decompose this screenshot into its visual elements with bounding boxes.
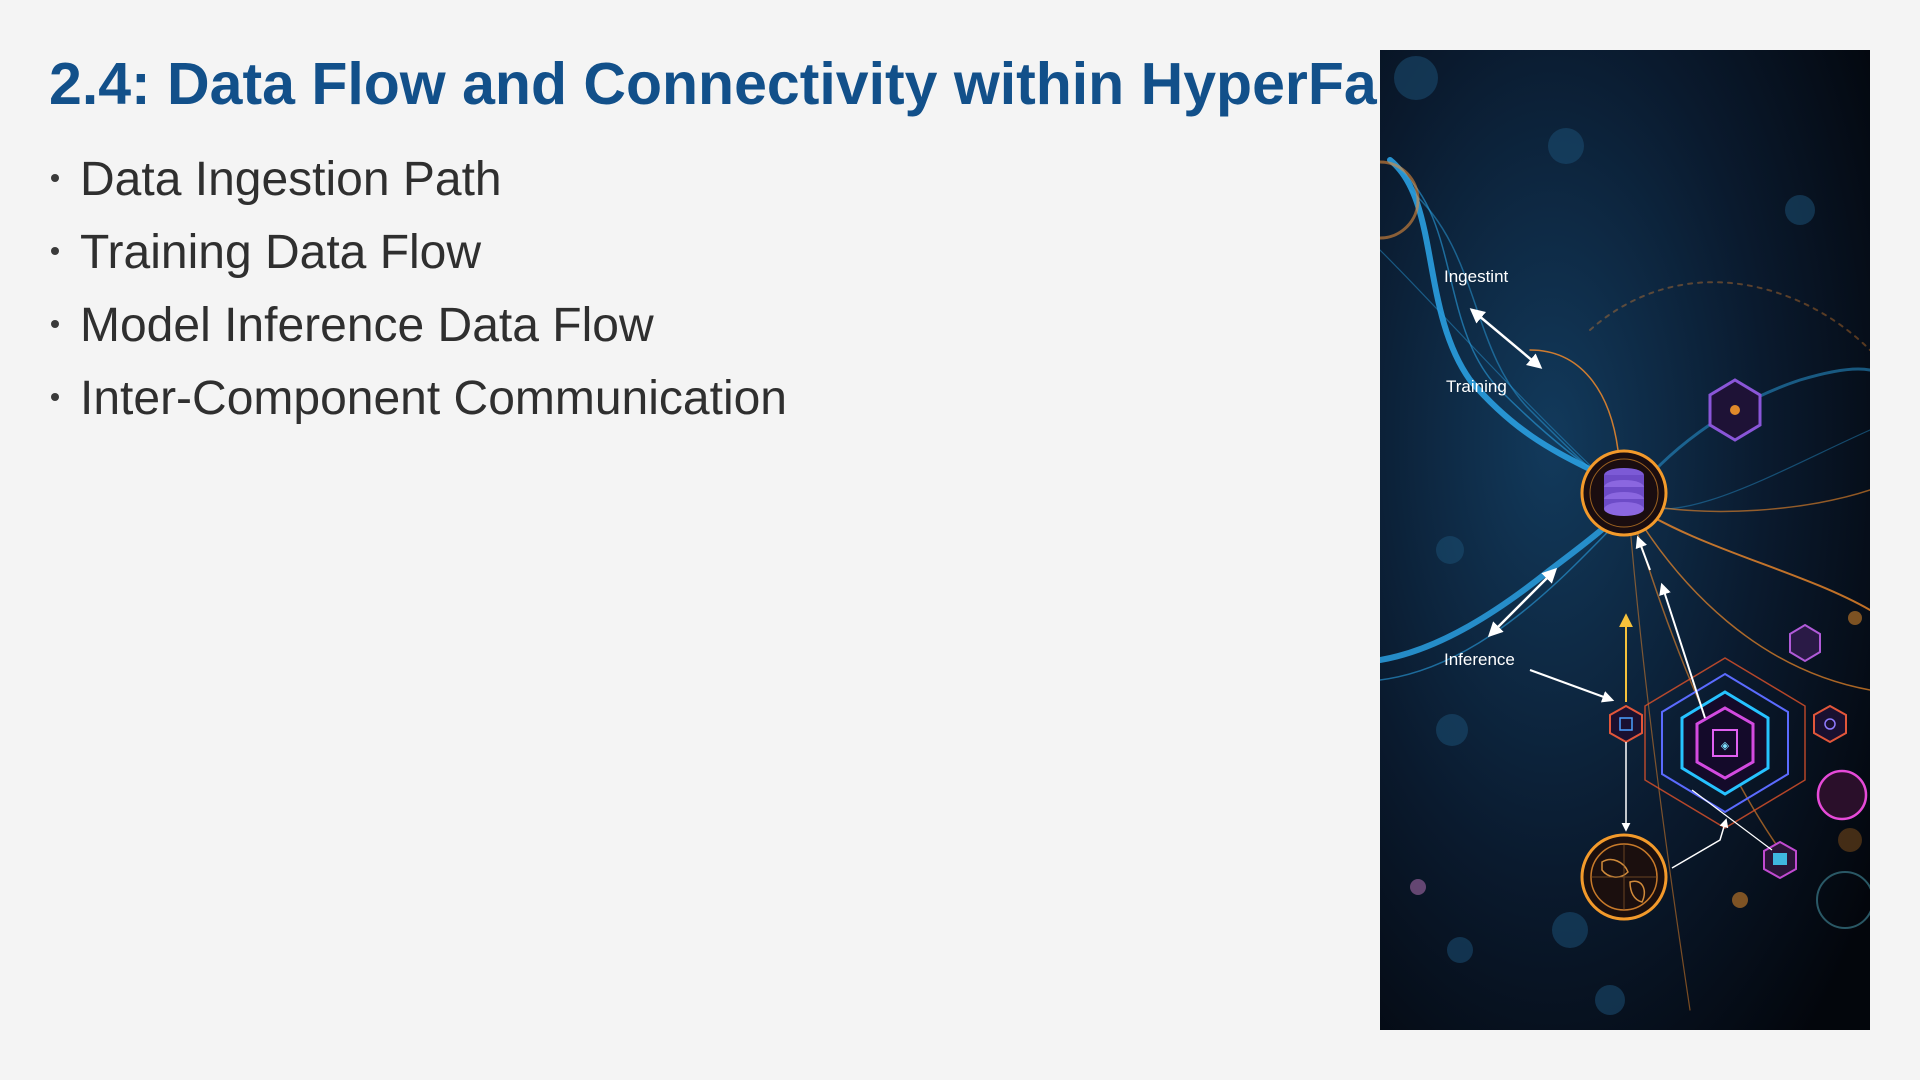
bullet-text: Training Data Flow xyxy=(80,226,482,279)
bullet-item: Inter-Component Communication xyxy=(49,362,787,435)
bullet-text: Data Ingestion Path xyxy=(80,153,502,206)
bullet-dot-icon xyxy=(51,247,59,255)
data-flow-illustration: ◈ Ingestint Training Inference xyxy=(1380,50,1870,1030)
slide: 2.4: Data Flow and Connectivity within H… xyxy=(0,0,1920,1080)
bullet-text: Model Inference Data Flow xyxy=(80,299,654,352)
bullet-item: Training Data Flow xyxy=(49,216,787,289)
slide-title: 2.4: Data Flow and Connectivity within H… xyxy=(49,51,1485,117)
label-ingestion: Ingestint xyxy=(1444,267,1509,286)
processor-glyph: ◈ xyxy=(1721,739,1730,752)
bullet-text: Inter-Component Communication xyxy=(80,372,787,425)
bullet-dot-icon xyxy=(51,174,59,182)
illustration-canvas: ◈ Ingestint Training Inference xyxy=(1380,50,1870,1030)
bullet-list: Data Ingestion Path Training Data Flow M… xyxy=(49,143,787,435)
database-icon xyxy=(1580,449,1668,537)
label-training: Training xyxy=(1446,377,1507,396)
bullet-dot-icon xyxy=(51,393,59,401)
globe-icon xyxy=(1580,833,1668,921)
bullet-item: Data Ingestion Path xyxy=(49,143,787,216)
bullet-dot-icon xyxy=(51,320,59,328)
label-inference: Inference xyxy=(1444,650,1515,669)
bullet-item: Model Inference Data Flow xyxy=(49,289,787,362)
